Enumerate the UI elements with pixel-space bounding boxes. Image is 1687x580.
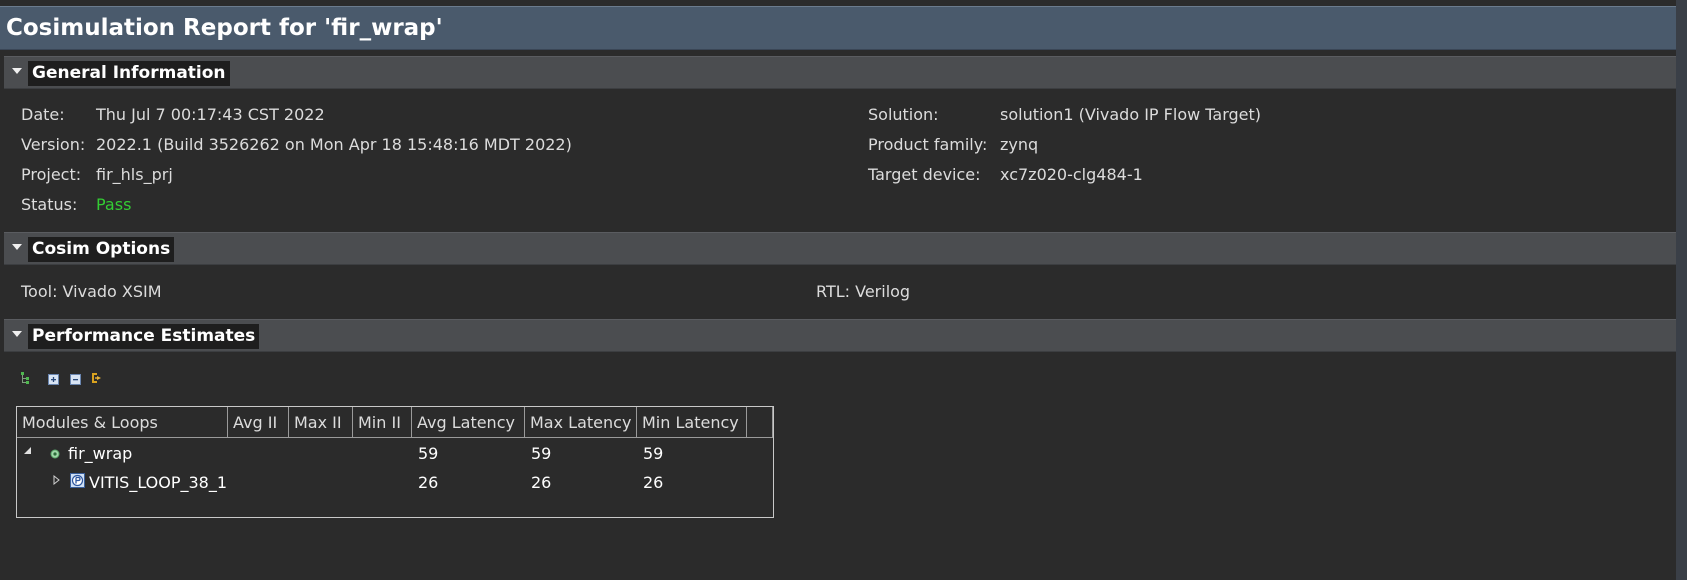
- section-title: Cosim Options: [28, 237, 175, 262]
- cosim-report-page: Cosimulation Report for 'fir_wrap' Gener…: [0, 0, 1687, 580]
- col-header-filler: [747, 407, 773, 438]
- section-general-information[interactable]: General Information: [4, 56, 1676, 89]
- collapsed-triangle-icon[interactable]: [53, 475, 61, 485]
- export-icon[interactable]: [92, 372, 104, 384]
- expanded-triangle-icon[interactable]: [23, 446, 32, 455]
- project-label: Project:: [21, 165, 82, 184]
- collapse-triangle-icon[interactable]: [12, 331, 22, 337]
- expand-all-icon[interactable]: [48, 374, 60, 386]
- version-value: 2022.1 (Build 3526262 on Mon Apr 18 15:4…: [96, 135, 572, 154]
- row-max-latency: 26: [531, 473, 552, 492]
- row-min-latency: 59: [643, 444, 664, 463]
- col-header-min-latency[interactable]: Min Latency: [637, 407, 747, 438]
- col-header-max-ii[interactable]: Max II: [289, 407, 353, 438]
- product-family-label: Product family:: [868, 135, 988, 154]
- version-label: Version:: [21, 135, 86, 154]
- row-avg-latency: 59: [418, 444, 439, 463]
- col-header-min-ii[interactable]: Min II: [353, 407, 412, 438]
- date-label: Date:: [21, 105, 65, 124]
- solution-value: solution1 (Vivado IP Flow Target): [1000, 105, 1262, 124]
- product-family-value: zynq: [1000, 135, 1039, 154]
- target-device-value: xc7z020-clg484-1: [1000, 165, 1143, 184]
- section-title: General Information: [28, 61, 230, 86]
- cosim-tool: Tool: Vivado XSIM: [21, 282, 162, 301]
- collapse-triangle-icon[interactable]: [12, 244, 22, 250]
- col-header-avg-ii[interactable]: Avg II: [228, 407, 289, 438]
- project-value: fir_hls_prj: [96, 165, 173, 184]
- section-title: Performance Estimates: [28, 324, 260, 349]
- row-name: VITIS_LOOP_38_1: [89, 473, 228, 492]
- scrollbar-track[interactable]: [1676, 0, 1687, 580]
- target-device-label: Target device:: [868, 165, 981, 184]
- col-header-modules-loops[interactable]: Modules & Loops: [17, 407, 228, 438]
- cosim-rtl: RTL: Verilog: [816, 282, 911, 301]
- performance-table: Modules & Loops Avg II Max II Min II Avg…: [16, 406, 774, 518]
- section-performance-estimates[interactable]: Performance Estimates: [4, 319, 1676, 352]
- date-value: Thu Jul 7 00:17:43 CST 2022: [96, 105, 325, 124]
- collapse-all-icon[interactable]: [70, 374, 82, 386]
- section-cosim-options[interactable]: Cosim Options: [4, 232, 1676, 265]
- report-title: Cosimulation Report for 'fir_wrap': [6, 15, 443, 41]
- status-value: Pass: [96, 195, 132, 214]
- solution-label: Solution:: [868, 105, 939, 124]
- col-header-max-latency[interactable]: Max Latency: [525, 407, 637, 438]
- collapse-triangle-icon[interactable]: [12, 68, 22, 74]
- col-header-avg-latency[interactable]: Avg Latency: [412, 407, 525, 438]
- row-avg-latency: 26: [418, 473, 439, 492]
- module-circle-icon: [50, 449, 60, 459]
- status-label: Status:: [21, 195, 78, 214]
- tree-icon[interactable]: [20, 372, 32, 384]
- report-title-bar: Cosimulation Report for 'fir_wrap': [0, 6, 1676, 50]
- pipeline-loop-icon: [70, 473, 85, 488]
- row-max-latency: 59: [531, 444, 552, 463]
- row-name: fir_wrap: [68, 444, 133, 463]
- row-min-latency: 26: [643, 473, 664, 492]
